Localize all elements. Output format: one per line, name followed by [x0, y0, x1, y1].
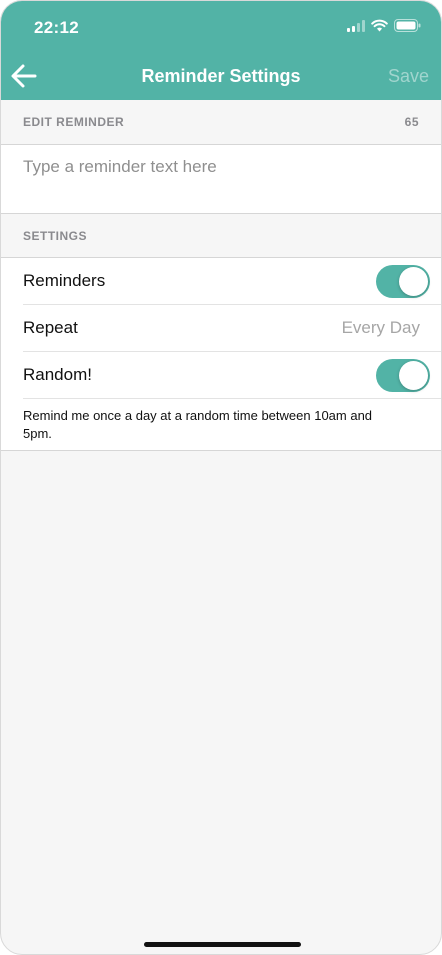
random-toggle[interactable] — [376, 358, 430, 392]
status-time: 22:12 — [34, 18, 79, 37]
home-indicator[interactable] — [144, 942, 301, 947]
repeat-value: Every Day — [341, 318, 420, 337]
settings-section-header: SETTINGS — [1, 214, 441, 258]
reminders-toggle[interactable] — [376, 264, 430, 298]
reminders-label: Reminders — [23, 271, 106, 290]
settings-list: Reminders Repeat Every Day Random! Remin… — [1, 258, 441, 451]
wifi-icon — [371, 19, 388, 32]
toggle-knob — [399, 360, 428, 390]
repeat-row[interactable]: Repeat Every Day — [23, 305, 441, 352]
edit-reminder-header-label: EDIT REMINDER — [23, 115, 125, 129]
settings-header-label: SETTINGS — [23, 228, 88, 243]
page-title: Reminder Settings — [141, 66, 301, 86]
app-screen: 22:12 Reminder Settings Save EDIT REMIND… — [0, 0, 442, 955]
repeat-label: Repeat — [23, 318, 78, 337]
character-count: 65 — [404, 115, 419, 129]
reminder-text-container — [1, 145, 441, 214]
edit-reminder-section-header: EDIT REMINDER 65 — [1, 100, 441, 145]
random-label: Random! — [23, 365, 92, 384]
cellular-signal-icon — [347, 19, 365, 32]
random-note: Remind me once a day at a random time be… — [23, 408, 373, 441]
status-icons — [347, 19, 421, 32]
random-row: Random! — [23, 352, 441, 399]
header-bar: 22:12 Reminder Settings Save — [1, 1, 441, 100]
save-button[interactable]: Save — [388, 66, 429, 87]
battery-icon — [394, 19, 421, 32]
toggle-knob — [399, 266, 428, 296]
reminders-row: Reminders — [23, 258, 441, 305]
reminder-text-input[interactable] — [1, 145, 441, 189]
